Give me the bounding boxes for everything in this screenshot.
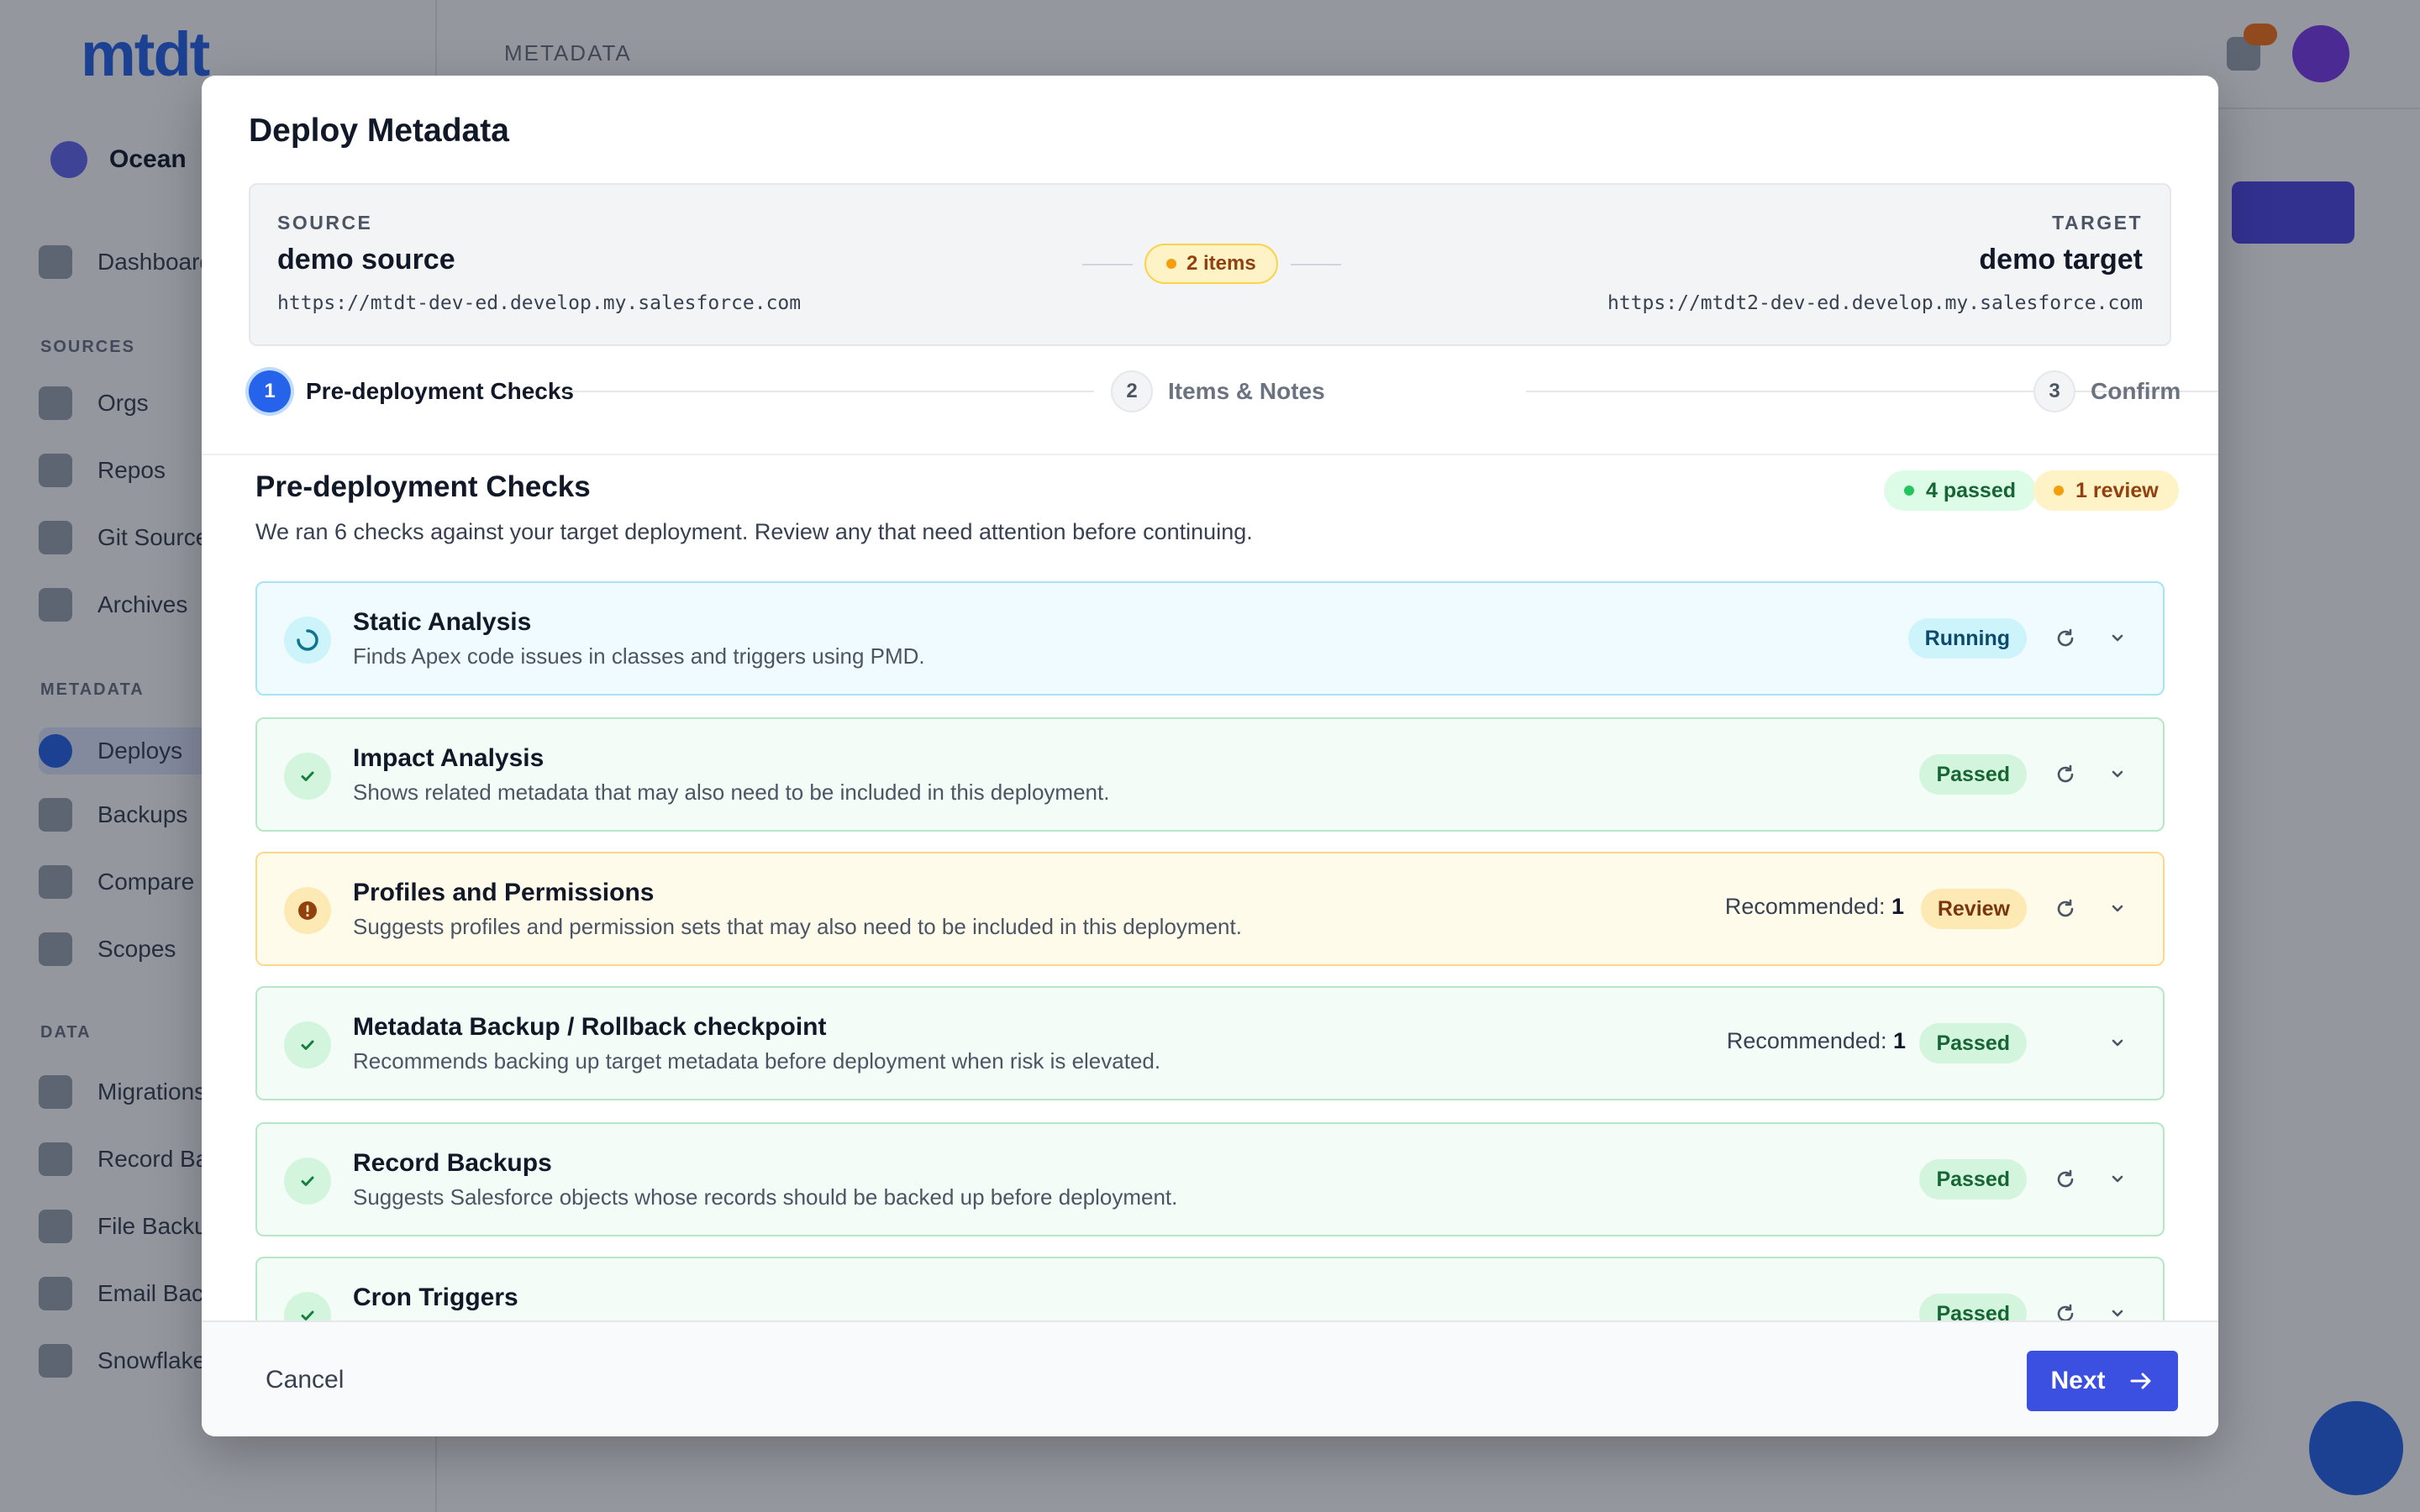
dot-icon [1166,259,1176,269]
check-card-static-analysis[interactable]: Static Analysis Finds Apex code issues i… [255,581,2165,696]
arrow-right-icon [2130,1373,2151,1389]
step-confirm[interactable]: 3 Confirm [2033,370,2181,413]
passed-count-badge: 4 passed [1884,470,2037,511]
step-pre-deployment-checks[interactable]: 1 Pre-deployment Checks [249,370,574,413]
status-badge: Passed [1919,1159,2027,1200]
step-label: Confirm [2091,378,2181,404]
section-title: Pre-deployment Checks [255,470,591,503]
step-label: Items & Notes [1168,378,1325,404]
checks-scroll-area[interactable]: Pre-deployment Checks We ran 6 checks ag… [202,455,2218,1396]
next-button[interactable]: Next [2027,1351,2178,1411]
chevron-down-icon[interactable] [2101,758,2134,791]
check-description: Finds Apex code issues in classes and tr… [353,643,925,669]
step-connector [565,391,1094,392]
chevron-down-icon[interactable] [2101,892,2134,926]
source-name: demo source [277,244,455,276]
stepper: 1 Pre-deployment Checks 2 Items & Notes … [249,370,2218,413]
refresh-icon[interactable] [2049,622,2082,655]
check-icon [284,1021,331,1068]
check-card-profiles-permissions[interactable]: Profiles and Permissions Suggests profil… [255,852,2165,966]
chevron-down-icon[interactable] [2101,1163,2134,1196]
items-count-badge: 2 items [1144,244,1278,284]
status-badge: Running [1907,618,2027,659]
dot-icon [1904,486,1914,496]
modal-footer: Cancel Next [202,1320,2218,1436]
check-description: Shows related metadata that may also nee… [353,780,1110,805]
check-title: Record Backups [353,1149,552,1177]
connector-line [1291,264,1341,265]
check-description: Recommends backing up target metadata be… [353,1048,1161,1074]
check-title: Cron Triggers [353,1284,518,1311]
step-number: 3 [2033,370,2075,412]
chevron-down-icon[interactable] [2101,1026,2134,1060]
step-number: 1 [249,370,291,412]
recommended-count: Recommended: 1 [1724,894,1904,919]
chevron-down-icon[interactable] [2101,622,2134,655]
section-description: We ran 6 checks against your target depl… [255,519,1253,544]
review-count-badge: 1 review [2033,470,2179,511]
check-title: Impact Analysis [353,744,544,772]
check-card-record-backups[interactable]: Record Backups Suggests Salesforce objec… [255,1122,2165,1236]
cancel-button[interactable]: Cancel [266,1366,344,1394]
check-card-impact-analysis[interactable]: Impact Analysis Shows related metadata t… [255,717,2165,832]
check-title: Metadata Backup / Rollback checkpoint [353,1013,827,1041]
source-target-panel: SOURCE demo source https://mtdt-dev-ed.d… [249,183,2171,346]
spinner-icon [284,617,331,664]
check-description: Suggests Salesforce objects whose record… [353,1184,1178,1210]
checks-list: Pre-deployment Checks We ran 6 checks ag… [202,455,2218,1396]
target-url: https://mtdt2-dev-ed.develop.my.salesfor… [1607,292,2143,314]
dot-icon [2054,486,2064,496]
target-label: TARGET [2052,212,2143,234]
check-card-metadata-backup[interactable]: Metadata Backup / Rollback checkpoint Re… [255,986,2165,1100]
recommended-count: Recommended: 1 [1726,1028,1906,1053]
status-badge: Review [1920,889,2027,929]
deploy-metadata-modal: Deploy Metadata SOURCE demo source https… [202,76,2218,1436]
modal-title: Deploy Metadata [249,113,509,149]
step-label: Pre-deployment Checks [306,378,574,404]
check-icon [284,753,331,800]
refresh-icon[interactable] [2049,758,2082,791]
source-url: https://mtdt-dev-ed.develop.my.salesforc… [277,292,802,314]
refresh-icon[interactable] [2049,1163,2082,1196]
step-items-notes[interactable]: 2 Items & Notes [1111,370,1325,413]
status-badge: Passed [1919,1023,2027,1063]
check-description: Suggests profiles and permission sets th… [353,914,1242,939]
status-badge: Passed [1919,754,2027,795]
step-number: 2 [1111,370,1153,412]
check-icon [284,1158,331,1205]
warning-icon [284,887,331,934]
source-label: SOURCE [277,212,373,234]
connector-line [1082,264,1133,265]
check-title: Static Analysis [353,608,532,636]
next-button-label: Next [2050,1367,2106,1394]
target-name: demo target [1979,244,2143,276]
check-title: Profiles and Permissions [353,879,655,906]
refresh-icon[interactable] [2049,892,2082,926]
